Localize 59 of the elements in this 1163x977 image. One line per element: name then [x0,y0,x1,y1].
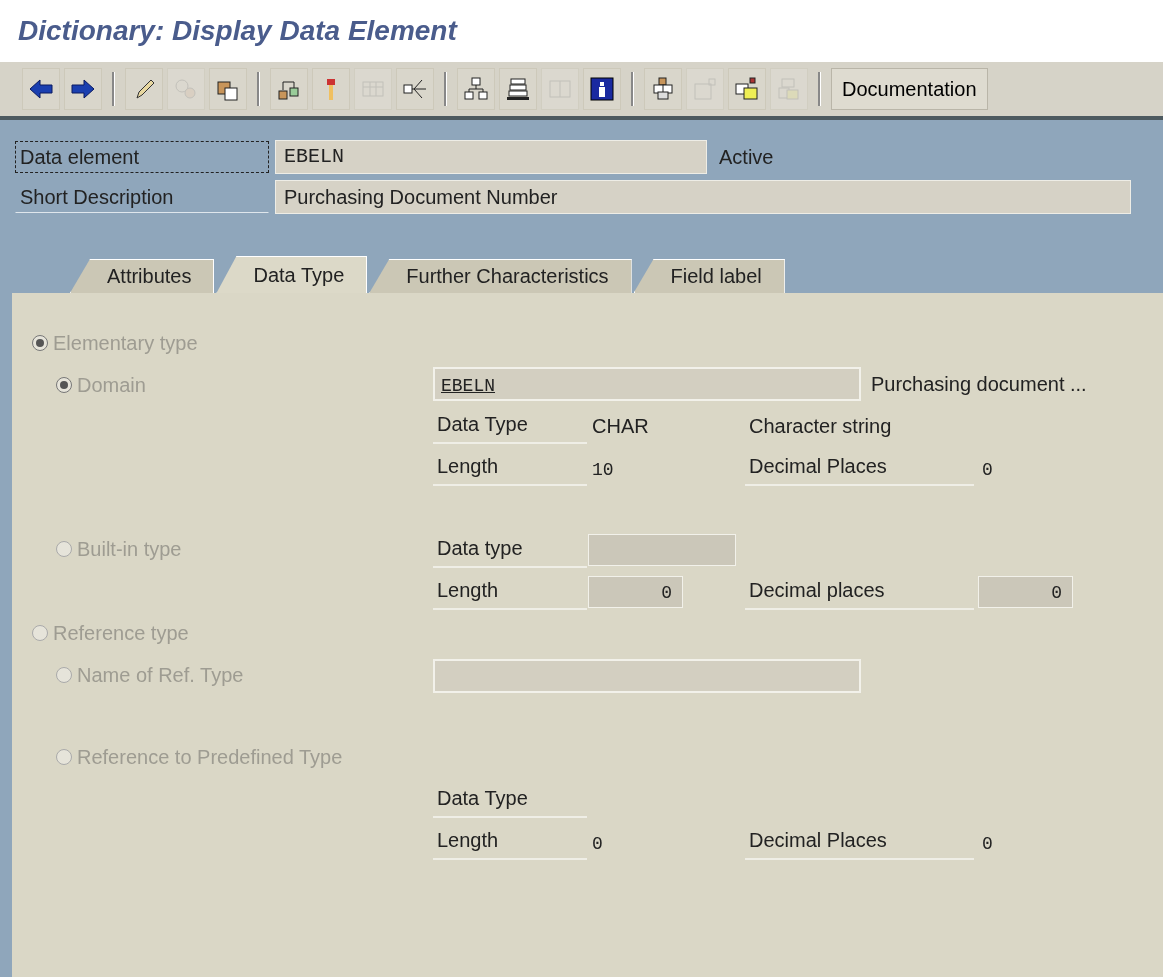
input-field[interactable]: EBELN [275,140,707,174]
field-label: Data Type [433,782,587,818]
toolbar-button[interactable] [209,68,247,110]
input-field[interactable]: Purchasing Document Number [275,180,1131,214]
radio-button[interactable] [56,749,72,766]
radio-button[interactable] [56,377,72,394]
field-label: Length [433,574,587,610]
field-value: Character string [748,414,892,437]
description-text: Purchasing document ... [871,372,1087,396]
input-field[interactable] [433,659,861,693]
radio-button[interactable] [32,335,48,352]
field-label: Length [433,824,587,860]
field-label: Short Description [15,181,269,213]
field-value: 10 [591,459,614,480]
radio-label: Elementary type [53,331,198,355]
input-field[interactable]: 0 [978,576,1073,608]
status-text: Active [719,145,774,169]
tree-icon [463,76,489,102]
field-value: 0 [981,833,993,854]
tab[interactable]: Attributes [70,259,215,293]
toolbar-button[interactable] [499,68,537,110]
stack-icon [505,76,531,102]
toolbar-button[interactable] [583,68,621,110]
field-value: 0 [591,833,603,854]
field-label: Data element [15,141,269,173]
arrow-right-icon [70,76,96,102]
arrow-left-icon [28,76,54,102]
tab[interactable]: Further Characteristics [369,259,632,293]
documentation-button[interactable]: Documentation [831,68,988,110]
tab[interactable]: Data Type [216,256,368,293]
toolbar-button[interactable] [644,68,682,110]
info-icon [589,76,615,102]
field-label: Length [433,450,587,486]
window-title: Dictionary: Display Data Element [18,15,457,47]
toolbar-button[interactable] [22,68,60,110]
radio-label: Reference type [53,621,189,645]
pin-icon [327,78,335,100]
radio-label: Built-in type [77,537,182,561]
radio-label: Name of Ref. Type [77,663,244,687]
field-value: CHAR [591,414,649,437]
radio-button[interactable] [56,541,72,558]
tab[interactable]: Field label [633,259,785,293]
box-link-icon [734,76,760,102]
radio-label: Domain [77,373,146,397]
field-label: Data Type [433,408,587,444]
input-field[interactable]: EBELN [433,367,861,401]
field-label: Decimal places [745,574,974,610]
radio-button[interactable] [56,667,72,684]
radio-label: Reference to Predefined Type [77,745,343,769]
radio-button[interactable] [32,625,48,642]
field-label: Data type [433,532,587,568]
blocks-icon [650,76,676,102]
field-label: Decimal Places [745,450,974,486]
input-field[interactable] [588,534,736,566]
field-value: 0 [981,459,993,480]
field-label: Decimal Places [745,824,974,860]
toolbar-button[interactable] [64,68,102,110]
toolbar-button[interactable] [728,68,766,110]
input-field[interactable]: 0 [588,576,683,608]
